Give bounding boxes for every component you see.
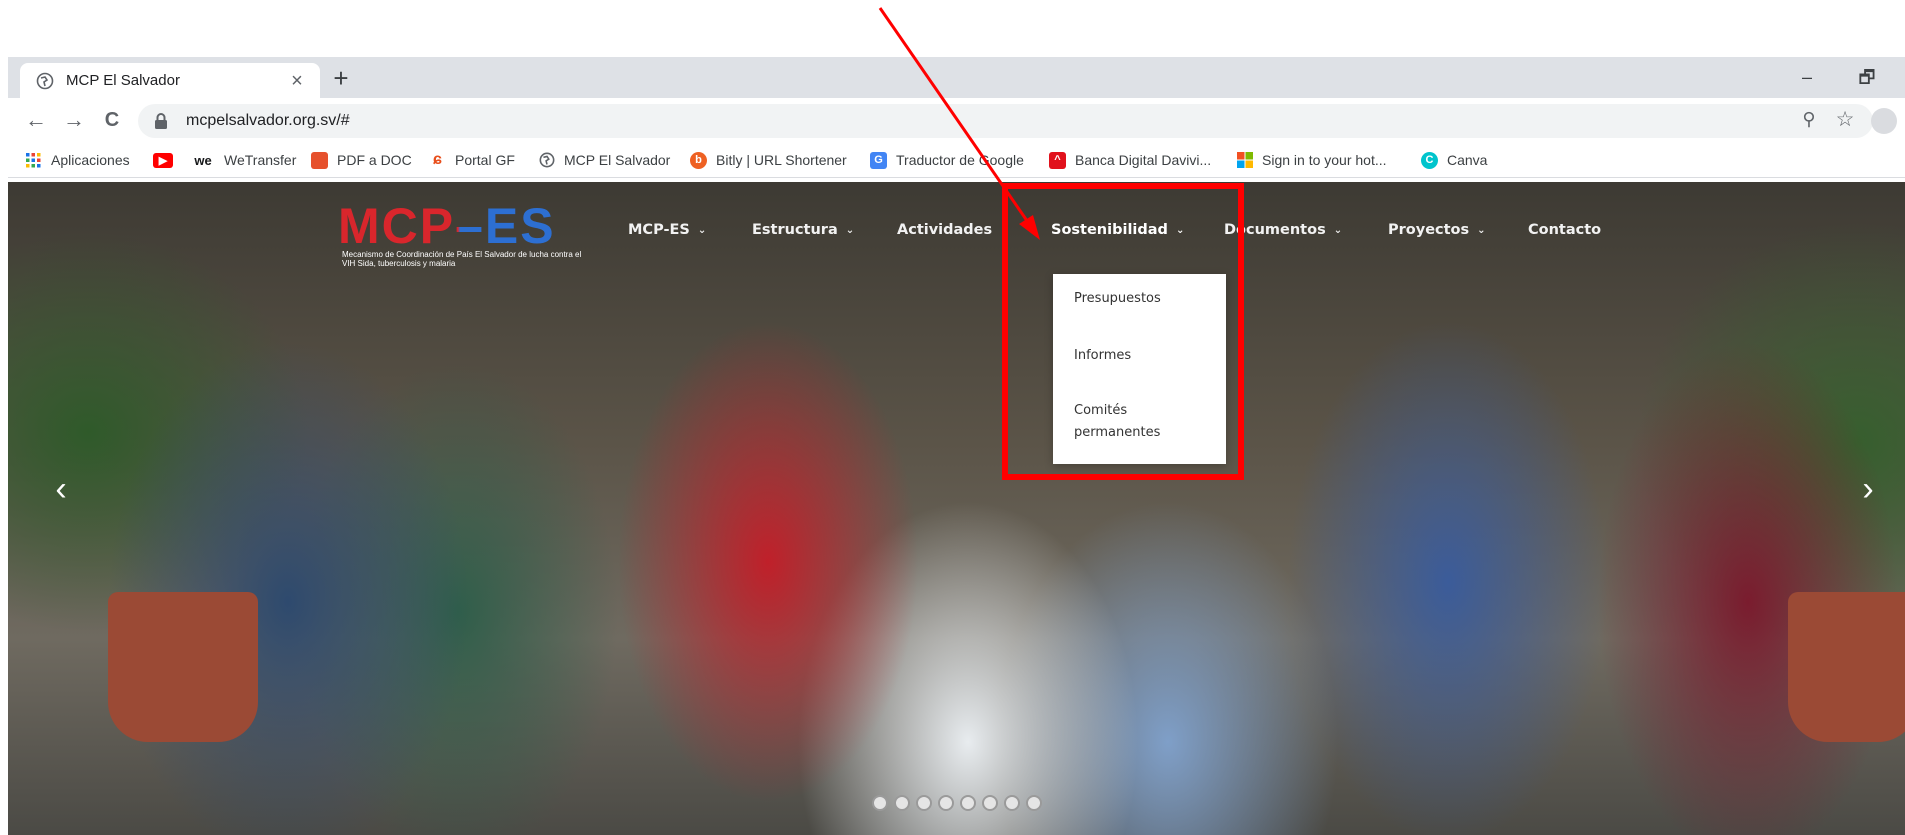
annotation-arrow [878,7,1040,240]
